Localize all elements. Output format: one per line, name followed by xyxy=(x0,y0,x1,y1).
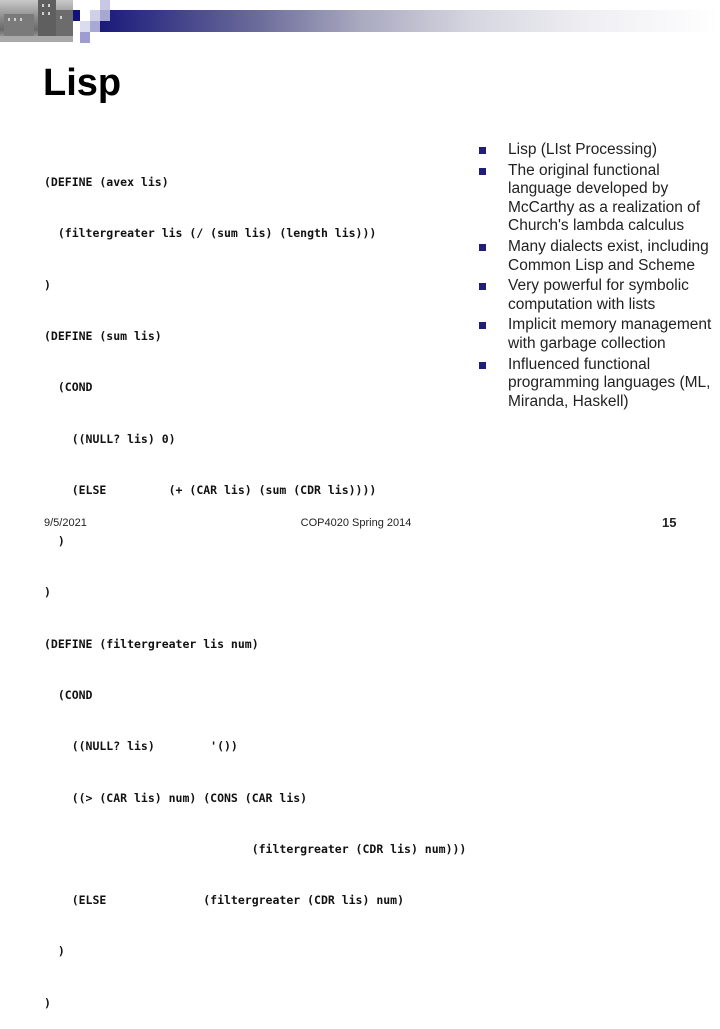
photo-ground xyxy=(0,36,73,42)
bullet-item: Very powerful for symbolic computation w… xyxy=(476,277,716,314)
square-bullet-icon xyxy=(479,283,486,291)
square-bullet-icon xyxy=(479,322,486,330)
photo-building-wing xyxy=(56,10,73,36)
decor-square xyxy=(100,10,110,21)
bullet-item: Influenced functional programming langua… xyxy=(476,356,716,412)
code-block: (DEFINE (avex lis) (filtergreater lis (/… xyxy=(44,140,466,1029)
bullet-text: Lisp (LIst Processing) xyxy=(508,141,658,158)
header-building-photo xyxy=(0,0,73,42)
code-line: ) xyxy=(44,277,51,292)
bullet-item: The original functional language develop… xyxy=(476,162,716,236)
code-line: ((NULL? lis) 0) xyxy=(44,431,176,446)
header-gradient-bar xyxy=(100,10,720,32)
bullet-text: The original functional language develop… xyxy=(508,161,701,235)
photo-window xyxy=(20,18,22,21)
code-line: (DEFINE (avex lis) xyxy=(44,175,169,190)
bullet-list: Lisp (LIst Processing) The original func… xyxy=(476,141,716,413)
square-bullet-icon xyxy=(479,147,486,154)
photo-window xyxy=(42,4,44,7)
photo-window xyxy=(48,12,50,15)
square-bullet-icon xyxy=(479,167,486,175)
bullet-item: Implicit memory management with garbage … xyxy=(476,316,716,353)
code-line: (DEFINE (filtergreater lis num) xyxy=(44,636,259,651)
code-line: ((> (CAR lis) num) (CONS (CAR lis) xyxy=(44,790,308,805)
photo-window xyxy=(48,4,50,7)
slide-number: 15 xyxy=(662,515,677,530)
photo-window xyxy=(42,12,44,15)
code-line: ) xyxy=(44,585,51,600)
code-line: ) xyxy=(44,995,51,1010)
photo-window xyxy=(14,18,16,21)
code-line: (ELSE (+ (CAR lis) (sum (CDR lis)))) xyxy=(44,482,377,497)
decor-square xyxy=(90,10,100,21)
bullet-text: Influenced functional programming langua… xyxy=(508,355,711,410)
code-line: (COND xyxy=(44,380,93,395)
code-line: ) xyxy=(44,944,65,959)
bullet-text: Many dialects exist, including Common Li… xyxy=(508,237,709,274)
code-line: (ELSE (filtergreater (CDR lis) num) xyxy=(44,893,405,908)
decor-square xyxy=(80,32,90,43)
decor-square xyxy=(90,21,100,32)
code-line: (DEFINE (sum lis) xyxy=(44,329,162,344)
decor-square xyxy=(80,21,90,32)
code-line: (COND xyxy=(44,688,93,702)
photo-window xyxy=(60,16,62,19)
code-line: (filtergreater (CDR lis) num))) xyxy=(44,841,467,856)
code-line: ((NULL? lis) '()) xyxy=(44,739,238,754)
square-bullet-icon xyxy=(479,243,486,251)
bullet-text: Implicit memory management with garbage … xyxy=(508,316,712,352)
photo-window xyxy=(8,18,10,21)
slide-title: Lisp xyxy=(43,62,122,104)
code-line: (filtergreater lis (/ (sum lis) (length … xyxy=(44,226,377,241)
code-line: ) xyxy=(44,534,65,549)
square-bullet-icon xyxy=(479,361,486,369)
decor-square xyxy=(80,10,90,21)
bullet-item: Lisp (LIst Processing) xyxy=(476,141,716,160)
photo-building-tower xyxy=(38,0,56,36)
bullet-item: Many dialects exist, including Common Li… xyxy=(476,238,716,275)
bullet-text: Very powerful for symbolic computation w… xyxy=(508,277,689,313)
footer-course: COP4020 Spring 2014 xyxy=(300,517,412,529)
